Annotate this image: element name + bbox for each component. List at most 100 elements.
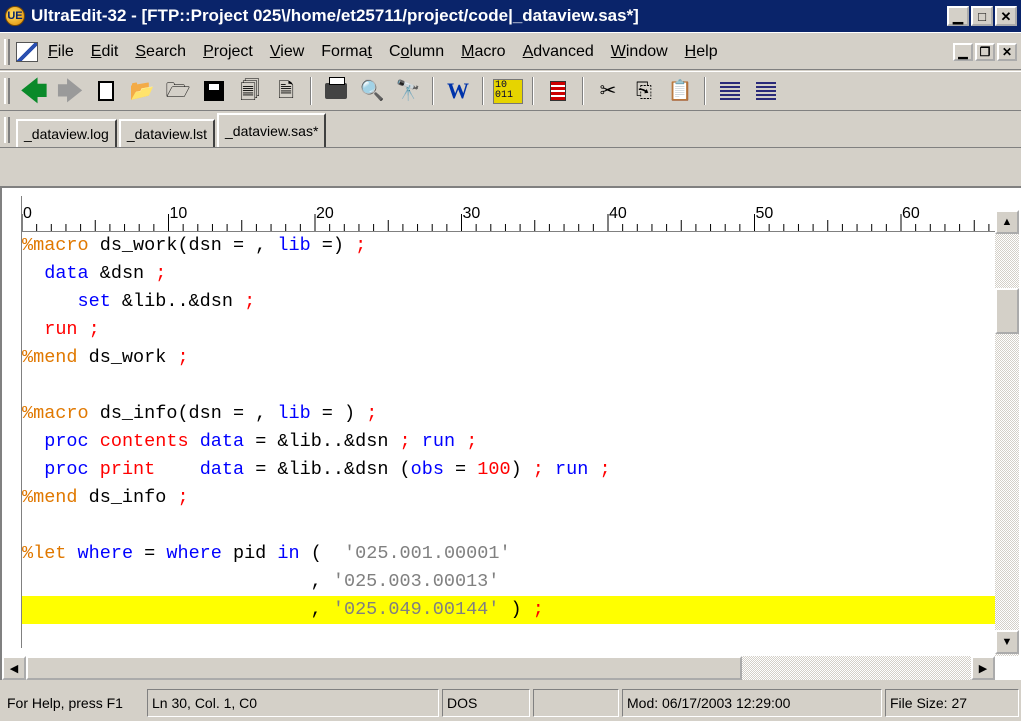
code-line-14-current[interactable]: , '025.049.00144' ) ; <box>22 596 995 624</box>
document-icon[interactable] <box>16 41 38 62</box>
menu-view[interactable]: View <box>270 43 304 61</box>
code-line-1[interactable]: %macro ds_work(dsn = , lib =) ; <box>22 232 995 260</box>
code-token: %let <box>22 543 67 564</box>
word-wrap-icon: W <box>447 78 469 103</box>
doc-restore-button[interactable]: ❐ <box>975 42 995 61</box>
code-token: ; <box>177 347 189 368</box>
maximize-button[interactable]: □ <box>971 6 993 26</box>
code-line-7[interactable]: %macro ds_info(dsn = , lib = ) ; <box>22 400 995 428</box>
vertical-scroll-thumb[interactable] <box>995 288 1019 334</box>
code-line-12[interactable]: %let where = where pid in ( '025.001.000… <box>22 540 995 568</box>
code-token: contents <box>99 431 189 452</box>
code-token: =) <box>310 235 356 256</box>
save-all-button[interactable]: 🗐 <box>235 76 265 106</box>
code-token: '025.049.00144' <box>332 599 500 620</box>
doc-close-button[interactable]: ✕ <box>997 42 1017 61</box>
code-token: ; <box>366 403 378 424</box>
word-wrap-button[interactable]: W <box>443 76 473 106</box>
menu-help[interactable]: Help <box>685 43 718 61</box>
align-right-button[interactable] <box>751 76 781 106</box>
tab-dataview-log[interactable]: _dataview.log <box>16 119 117 147</box>
code-token: ds_info <box>77 487 178 508</box>
code-token: %mend <box>22 347 78 368</box>
save-button[interactable] <box>199 76 229 106</box>
menu-macro[interactable]: Macro <box>461 43 505 61</box>
doc-minimize-button[interactable]: ▁ <box>953 42 973 61</box>
tab-dataview-sas[interactable]: _dataview.sas* <box>217 113 327 147</box>
back-button[interactable]: 🡄 <box>19 76 49 106</box>
code-line-13[interactable]: , '025.003.00013' <box>22 568 995 596</box>
open-ftp-button[interactable]: 🗁 <box>163 76 193 106</box>
forward-button[interactable]: 🡆 <box>55 76 85 106</box>
horizontal-scrollbar[interactable]: ◀ ▶ <box>2 656 995 680</box>
find-button[interactable]: 🔭 <box>393 76 423 106</box>
new-file-button[interactable] <box>91 76 121 106</box>
paste-button[interactable]: 📋 <box>665 76 695 106</box>
code-line-8[interactable]: proc contents data = &lib..&dsn ; run ; <box>22 428 995 456</box>
menu-column[interactable]: Column <box>389 43 444 61</box>
status-line-format: DOS <box>442 688 530 717</box>
code-token: ; <box>466 431 478 452</box>
editor-left-margin[interactable] <box>2 196 22 648</box>
vertical-scrollbar[interactable]: ▲ ▼ <box>995 210 1019 656</box>
code-line-9[interactable]: proc print data = &lib..&dsn (obs = 100)… <box>22 456 995 484</box>
print-preview-button[interactable]: 🔍 <box>357 76 387 106</box>
code-token: ( <box>299 543 345 564</box>
menu-format[interactable]: Format <box>321 43 372 61</box>
menu-advanced[interactable]: Advanced <box>523 43 594 61</box>
code-line-10[interactable]: %mend ds_info ; <box>22 484 995 512</box>
menu-search[interactable]: Search <box>135 43 186 61</box>
status-cursor-position: Ln 30, Col. 1, C0 <box>147 688 439 717</box>
cut-button[interactable]: ✂ <box>593 76 623 106</box>
close-icon: ✕ <box>1000 8 1012 24</box>
code-token: run <box>421 431 456 452</box>
code-line-3[interactable]: set &lib..&dsn ; <box>22 288 995 316</box>
copy-button[interactable]: ⎘ <box>629 76 659 106</box>
scroll-down-button[interactable]: ▼ <box>995 630 1019 654</box>
open-file-button[interactable]: 📂 <box>127 76 157 106</box>
code-line-4[interactable]: run ; <box>22 316 995 344</box>
scroll-right-button[interactable]: ▶ <box>971 656 995 680</box>
column-ruler-button[interactable] <box>543 76 573 106</box>
minimize-button[interactable]: ▁ <box>947 6 969 26</box>
code-token: '025.001.00001' <box>344 543 511 564</box>
menu-project[interactable]: Project <box>203 43 253 61</box>
hex-mode-button[interactable]: 10 011 <box>493 76 523 106</box>
scroll-up-button[interactable]: ▲ <box>995 210 1019 234</box>
code-editor[interactable]: %macro ds_work(dsn = , lib =) ; data &ds… <box>22 232 995 652</box>
tab-dataview-lst[interactable]: _dataview.lst <box>118 119 216 147</box>
menu-window[interactable]: Window <box>611 43 668 61</box>
close-button[interactable]: ✕ <box>995 6 1017 26</box>
find-icon: 🔭 <box>395 80 421 102</box>
code-token: = &lib..&dsn ( <box>244 459 411 480</box>
ultraedit-app-icon[interactable]: UE <box>5 6 25 26</box>
code-line-5[interactable]: %mend ds_work ; <box>22 344 995 372</box>
close-file-button[interactable]: 🗎 <box>271 76 301 106</box>
code-token: ; <box>355 235 367 256</box>
toolbar-grip[interactable] <box>4 78 10 104</box>
code-token: ; <box>88 319 100 340</box>
menu-grip[interactable] <box>4 38 10 65</box>
code-token: ; <box>399 431 411 452</box>
horizontal-scroll-thumb[interactable] <box>26 656 742 680</box>
menu-file[interactable]: File <box>48 43 74 61</box>
code-token: where <box>166 543 222 564</box>
code-token: ; <box>177 487 189 508</box>
code-token: = ) <box>310 403 367 424</box>
print-button[interactable] <box>321 76 351 106</box>
maximize-icon: □ <box>978 8 986 24</box>
scroll-left-button[interactable]: ◀ <box>2 656 26 680</box>
column-ruler: 0 10 20 30 40 50 60 <box>22 196 995 232</box>
code-token: data <box>199 459 245 480</box>
menu-edit[interactable]: Edit <box>91 43 119 61</box>
save-icon <box>204 81 224 101</box>
ruler-label: 0 <box>23 205 32 222</box>
code-line-2[interactable]: data &dsn ; <box>22 260 995 288</box>
align-left-button[interactable] <box>715 76 745 106</box>
status-help: For Help, press F1 <box>7 694 123 711</box>
tabbar-grip[interactable] <box>4 117 10 143</box>
ruler-label: 30 <box>463 205 481 222</box>
